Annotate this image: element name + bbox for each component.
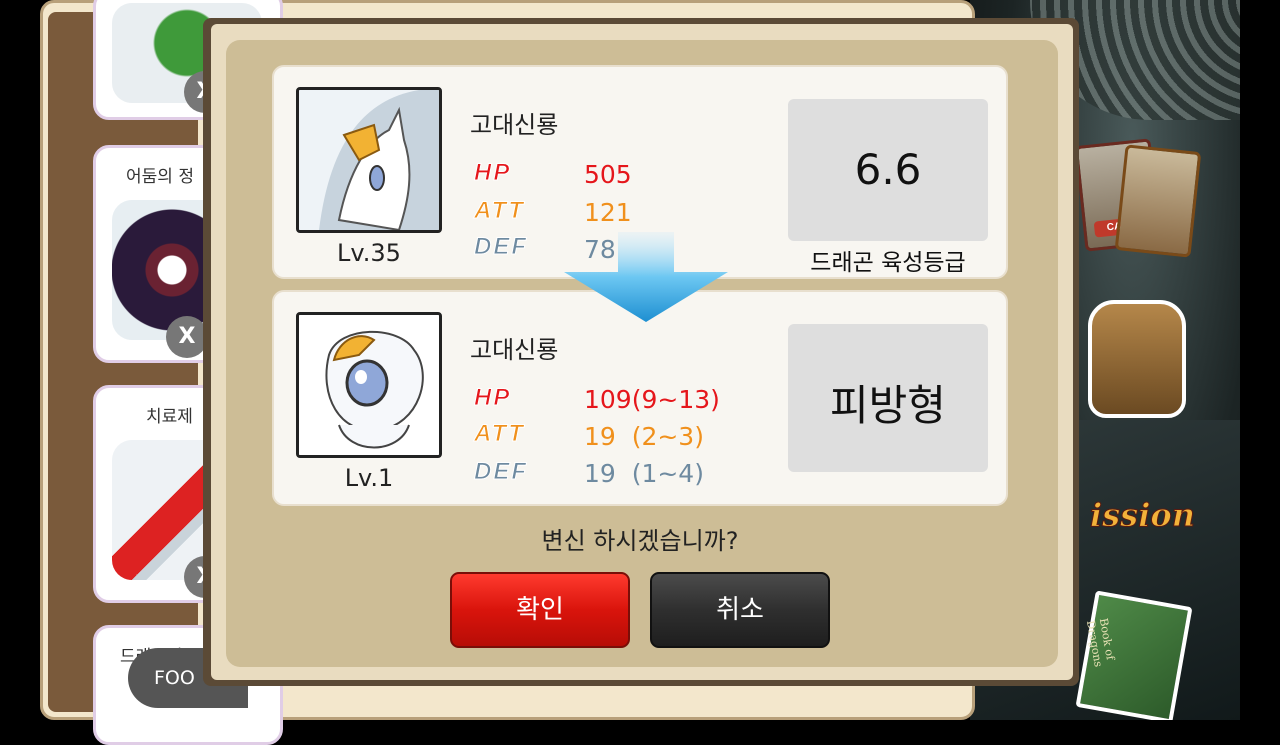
arrow-down-icon xyxy=(564,232,728,322)
close-badge[interactable]: X xyxy=(166,316,208,358)
def-label: DEF xyxy=(474,233,528,261)
letterbox-left xyxy=(0,0,40,720)
dragon-name: 고대신룡 xyxy=(470,336,559,364)
confirm-button[interactable]: 확인 xyxy=(450,572,630,648)
def-value: 19 (1~4) xyxy=(584,459,704,488)
book-icon[interactable]: Book of Dragons xyxy=(1075,590,1193,720)
card-icon-back xyxy=(1114,144,1202,258)
att-value: 19 (2~3) xyxy=(584,422,704,451)
att-label: ATT xyxy=(474,197,525,225)
letterbox-right xyxy=(1240,0,1280,720)
backpack-icon[interactable] xyxy=(1088,300,1186,418)
book-label: Book of Dragons xyxy=(1083,617,1117,668)
att-value: 121 xyxy=(584,198,632,227)
hp-value: 505 xyxy=(584,160,632,189)
hp-value: 109(9~13) xyxy=(584,385,720,414)
att-label: ATT xyxy=(474,420,525,448)
level-label: Lv.35 xyxy=(337,239,401,267)
def-label: DEF xyxy=(474,458,528,486)
type-label: 피방형 xyxy=(830,381,946,430)
shop-item-label: 치료제 xyxy=(146,407,193,427)
type-box: 피방형 xyxy=(788,324,988,472)
hp-label: HP xyxy=(473,159,512,187)
grade-box: 6.6 xyxy=(788,99,988,241)
grade-value: 6.6 xyxy=(854,145,922,194)
dragon-name: 고대신룡 xyxy=(470,111,559,139)
cancel-button[interactable]: 취소 xyxy=(650,572,830,648)
hp-label: HP xyxy=(473,384,512,412)
dragon-portrait-baby xyxy=(296,312,442,458)
confirm-question: 변신 하시겠습니까? xyxy=(541,527,739,555)
level-label: Lv.1 xyxy=(344,464,394,492)
shop-item-label: 어둠의 정 xyxy=(126,167,194,187)
dragon-portrait-adult xyxy=(296,87,442,233)
grade-label: 드래곤 육성등급 xyxy=(810,250,966,276)
